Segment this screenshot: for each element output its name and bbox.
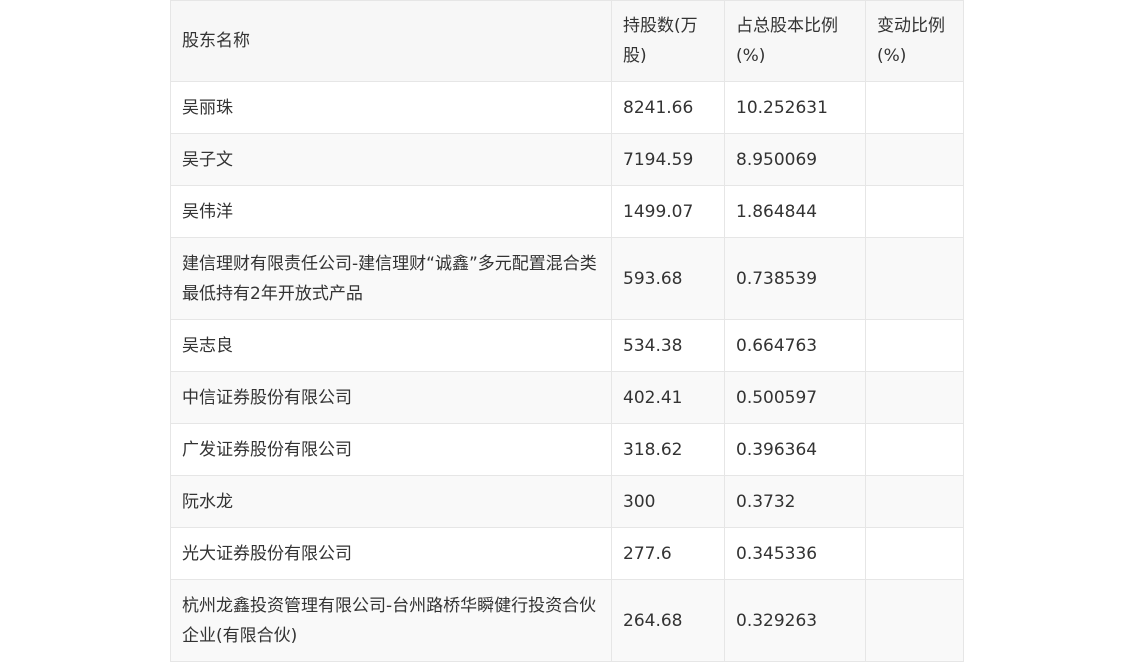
cell-share-ratio: 0.345336 xyxy=(724,527,866,580)
cell-change-ratio xyxy=(865,81,964,134)
header-shares-held: 持股数(万股) xyxy=(611,0,725,82)
shareholder-table-container: 股东名称 持股数(万股) 占总股本比例(%) 变动比例(%) 吴丽珠 8241.… xyxy=(170,0,964,662)
cell-share-ratio: 8.950069 xyxy=(724,133,866,186)
cell-change-ratio xyxy=(865,237,964,320)
cell-share-ratio: 0.396364 xyxy=(724,423,866,476)
cell-shares-held: 7194.59 xyxy=(611,133,725,186)
cell-change-ratio xyxy=(865,423,964,476)
table-row: 光大证券股份有限公司 277.6 0.345336 xyxy=(170,527,964,580)
cell-shareholder-name: 阮水龙 xyxy=(170,475,612,528)
cell-shares-held: 8241.66 xyxy=(611,81,725,134)
table-header: 股东名称 持股数(万股) 占总股本比例(%) 变动比例(%) xyxy=(170,0,964,82)
cell-share-ratio: 0.664763 xyxy=(724,319,866,372)
cell-shares-held: 300 xyxy=(611,475,725,528)
cell-share-ratio: 10.252631 xyxy=(724,81,866,134)
header-change-ratio: 变动比例(%) xyxy=(865,0,964,82)
cell-shares-held: 277.6 xyxy=(611,527,725,580)
cell-shareholder-name: 吴子文 xyxy=(170,133,612,186)
cell-share-ratio: 0.3732 xyxy=(724,475,866,528)
cell-change-ratio xyxy=(865,527,964,580)
table-row: 建信理财有限责任公司-建信理财“诚鑫”多元配置混合类最低持有2年开放式产品 59… xyxy=(170,237,964,320)
cell-shares-held: 402.41 xyxy=(611,371,725,424)
table-row: 吴志良 534.38 0.664763 xyxy=(170,319,964,372)
cell-shares-held: 264.68 xyxy=(611,579,725,662)
header-row: 股东名称 持股数(万股) 占总股本比例(%) 变动比例(%) xyxy=(170,0,964,82)
cell-shareholder-name: 建信理财有限责任公司-建信理财“诚鑫”多元配置混合类最低持有2年开放式产品 xyxy=(170,237,612,320)
header-share-ratio: 占总股本比例(%) xyxy=(724,0,866,82)
table-row: 吴伟洋 1499.07 1.864844 xyxy=(170,185,964,238)
cell-shareholder-name: 中信证券股份有限公司 xyxy=(170,371,612,424)
cell-shareholder-name: 吴丽珠 xyxy=(170,81,612,134)
cell-shareholder-name: 吴伟洋 xyxy=(170,185,612,238)
cell-shares-held: 593.68 xyxy=(611,237,725,320)
cell-shareholder-name: 光大证券股份有限公司 xyxy=(170,527,612,580)
cell-share-ratio: 1.864844 xyxy=(724,185,866,238)
table-row: 阮水龙 300 0.3732 xyxy=(170,475,964,528)
cell-change-ratio xyxy=(865,371,964,424)
cell-shareholder-name: 广发证券股份有限公司 xyxy=(170,423,612,476)
cell-share-ratio: 0.738539 xyxy=(724,237,866,320)
cell-shares-held: 534.38 xyxy=(611,319,725,372)
table-row: 杭州龙鑫投资管理有限公司-台州路桥华瞬健行投资合伙企业(有限合伙) 264.68… xyxy=(170,579,964,662)
table-body: 吴丽珠 8241.66 10.252631 吴子文 7194.59 8.9500… xyxy=(170,81,964,662)
cell-change-ratio xyxy=(865,319,964,372)
cell-shares-held: 318.62 xyxy=(611,423,725,476)
cell-change-ratio xyxy=(865,133,964,186)
cell-shares-held: 1499.07 xyxy=(611,185,725,238)
cell-change-ratio xyxy=(865,475,964,528)
cell-share-ratio: 0.329263 xyxy=(724,579,866,662)
header-shareholder-name: 股东名称 xyxy=(170,0,612,82)
table-row: 吴丽珠 8241.66 10.252631 xyxy=(170,81,964,134)
cell-share-ratio: 0.500597 xyxy=(724,371,866,424)
cell-change-ratio xyxy=(865,185,964,238)
cell-change-ratio xyxy=(865,579,964,662)
table-row: 吴子文 7194.59 8.950069 xyxy=(170,133,964,186)
table-row: 中信证券股份有限公司 402.41 0.500597 xyxy=(170,371,964,424)
table-row: 广发证券股份有限公司 318.62 0.396364 xyxy=(170,423,964,476)
cell-shareholder-name: 吴志良 xyxy=(170,319,612,372)
shareholder-table: 股东名称 持股数(万股) 占总股本比例(%) 变动比例(%) 吴丽珠 8241.… xyxy=(170,0,964,662)
cell-shareholder-name: 杭州龙鑫投资管理有限公司-台州路桥华瞬健行投资合伙企业(有限合伙) xyxy=(170,579,612,662)
